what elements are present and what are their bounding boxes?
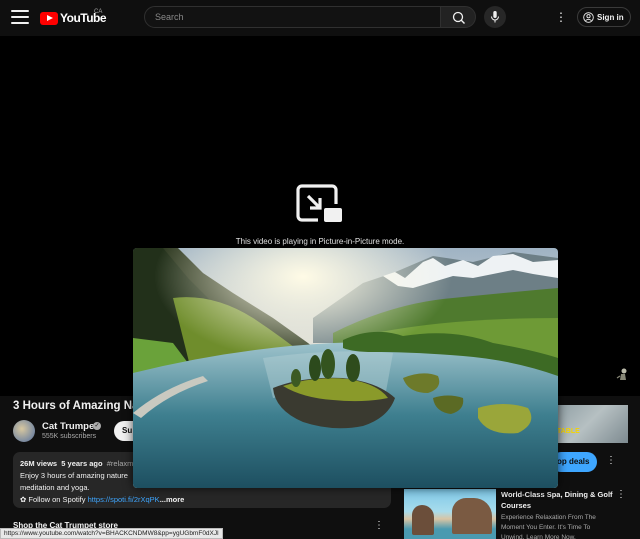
voice-search-button[interactable] <box>484 6 506 28</box>
view-count: 26M views <box>20 459 58 468</box>
spa-ad-text: Experience Relaxation From The Moment Yo… <box>501 514 596 539</box>
upload-age: 5 years ago <box>61 459 103 468</box>
menu-icon[interactable] <box>11 10 29 24</box>
status-bar-url: https://www.youtube.com/watch?v=BHACKCND… <box>0 528 223 539</box>
settings-more-icon[interactable]: ⋮ <box>555 10 567 24</box>
verified-check-icon: ✓ <box>93 422 101 430</box>
cartoon-figure-icon <box>616 368 627 380</box>
pip-message: This video is playing in Picture-in-Pict… <box>235 237 405 246</box>
search-placeholder: Search <box>155 12 184 22</box>
spotify-link[interactable]: https://spoti.fi/2rXqPK <box>88 495 160 504</box>
search-icon <box>452 11 465 24</box>
sea-stack-rock <box>452 498 492 534</box>
ad-more-icon[interactable]: ⋮ <box>606 455 616 466</box>
top-bar: YouTube CA Search ⋮ Sign in <box>0 0 640 36</box>
spotify-prefix: ✿ Follow on Spotify <box>20 495 88 504</box>
hashtag-link[interactable]: #relaxm <box>107 459 134 468</box>
spa-ad-title[interactable]: World-Class Spa, Dining & Golf Courses <box>501 489 616 511</box>
landscape-video-frame <box>133 248 558 488</box>
ad-badge-text: TABLE <box>557 428 580 435</box>
channel-avatar[interactable] <box>13 420 35 442</box>
search-button[interactable] <box>440 6 476 28</box>
account-icon <box>583 11 594 23</box>
shop-more-icon[interactable]: ⋮ <box>374 520 384 531</box>
sign-in-button[interactable]: Sign in <box>577 7 631 27</box>
country-code: CA <box>94 9 103 15</box>
sign-in-label: Sign in <box>597 12 624 22</box>
picture-in-picture-icon <box>296 184 342 222</box>
video-title: 3 Hours of Amazing Nat <box>13 400 143 412</box>
sea-stack-rock <box>412 505 434 535</box>
ad-thumbnail[interactable] <box>548 405 628 443</box>
spa-ad-more-icon[interactable]: ⋮ <box>616 489 626 500</box>
channel-name[interactable]: Cat Trumpet <box>42 421 97 432</box>
search-input[interactable]: Search <box>144 6 441 28</box>
subscriber-count: 555K subscribers <box>42 433 97 440</box>
pip-video-window[interactable] <box>133 248 558 488</box>
show-more-button[interactable]: ...more <box>160 495 185 504</box>
youtube-play-icon <box>40 11 58 25</box>
microphone-icon <box>491 11 499 23</box>
